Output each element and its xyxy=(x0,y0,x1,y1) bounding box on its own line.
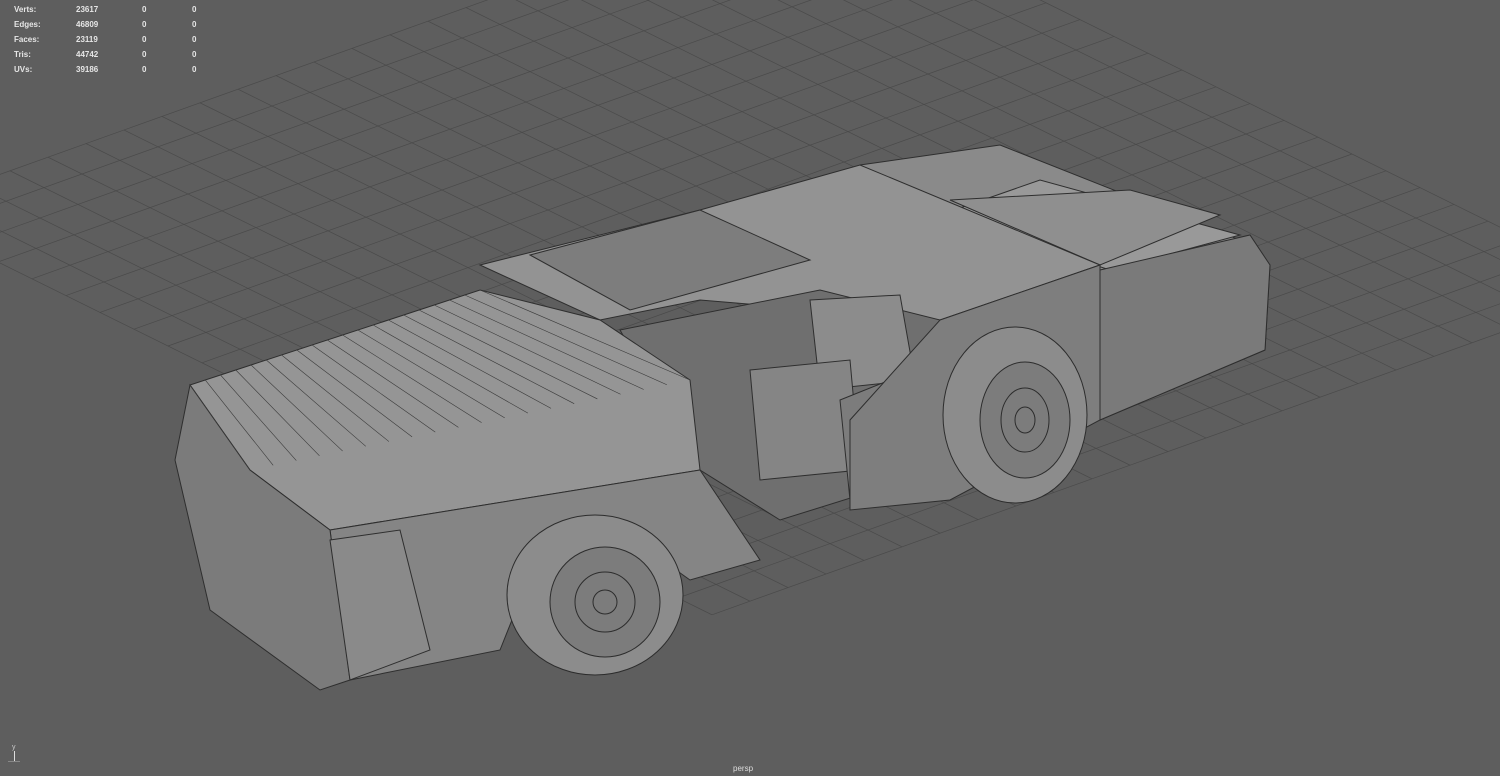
hud-label: Edges: xyxy=(14,20,41,29)
hud-selected: 0 xyxy=(142,20,147,29)
axis-gizmo-icon: y xyxy=(6,744,26,766)
3d-viewport[interactable] xyxy=(0,0,1500,776)
hud-selected: 0 xyxy=(142,65,147,74)
hud-uv: 0 xyxy=(192,35,197,44)
hud-selected: 0 xyxy=(142,50,147,59)
hud-row-edges: Edges: 46809 0 0 xyxy=(14,17,242,32)
hud-uv: 0 xyxy=(192,65,197,74)
hud-label: Verts: xyxy=(14,5,37,14)
axis-label: y xyxy=(12,744,16,751)
hud-label: Faces: xyxy=(14,35,40,44)
hud-row-uvs: UVs: 39186 0 0 xyxy=(14,62,242,77)
hud-uv: 0 xyxy=(192,20,197,29)
camera-name-label: persp xyxy=(733,764,754,773)
hud-label: Tris: xyxy=(14,50,31,59)
hud-value: 23617 xyxy=(76,5,99,14)
poly-count-hud: Verts: 23617 0 0 Edges: 46809 0 0 Faces: 23119 0… xyxy=(14,2,242,77)
hud-row-faces: Faces: 23119 0 0 xyxy=(14,32,242,47)
hud-value: 39186 xyxy=(76,65,99,74)
hud-row-verts: Verts: 23617 0 0 xyxy=(14,2,242,17)
hud-value: 44742 xyxy=(76,50,99,59)
hud-selected: 0 xyxy=(142,5,147,14)
hud-uv: 0 xyxy=(192,50,197,59)
hud-value: 46809 xyxy=(76,20,99,29)
hud-row-tris: Tris: 44742 0 0 xyxy=(14,47,242,62)
hud-selected: 0 xyxy=(142,35,147,44)
hud-label: UVs: xyxy=(14,65,33,74)
hud-uv: 0 xyxy=(192,5,197,14)
hud-value: 23119 xyxy=(76,35,98,44)
